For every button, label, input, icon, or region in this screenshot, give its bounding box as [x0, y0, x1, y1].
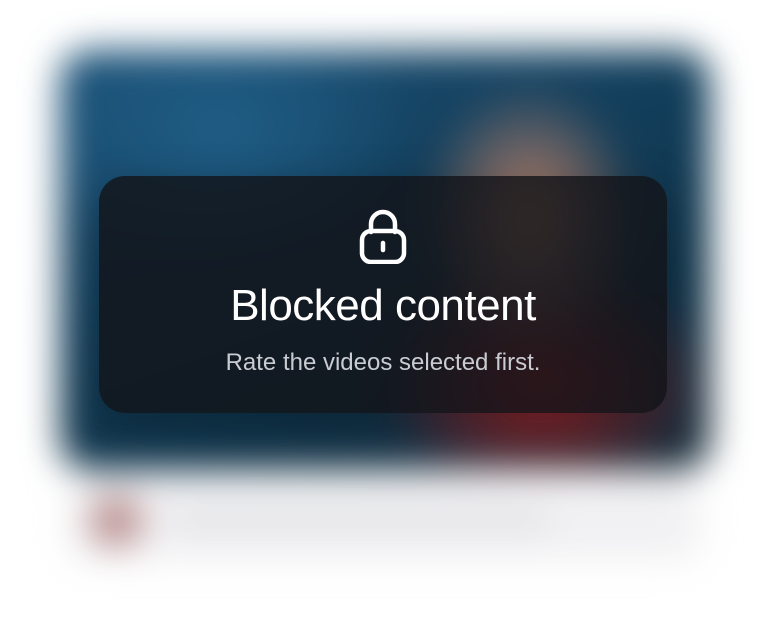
- blocked-content-screen: Blocked content Rate the videos selected…: [0, 0, 768, 634]
- blocked-content-overlay: Blocked content Rate the videos selected…: [99, 176, 667, 413]
- blurred-avatar: [90, 495, 142, 547]
- lock-icon: [359, 209, 407, 264]
- blurred-text-line: [170, 512, 550, 528]
- blocked-content-title: Blocked content: [230, 281, 536, 330]
- blocked-content-message: Rate the videos selected first.: [225, 349, 541, 376]
